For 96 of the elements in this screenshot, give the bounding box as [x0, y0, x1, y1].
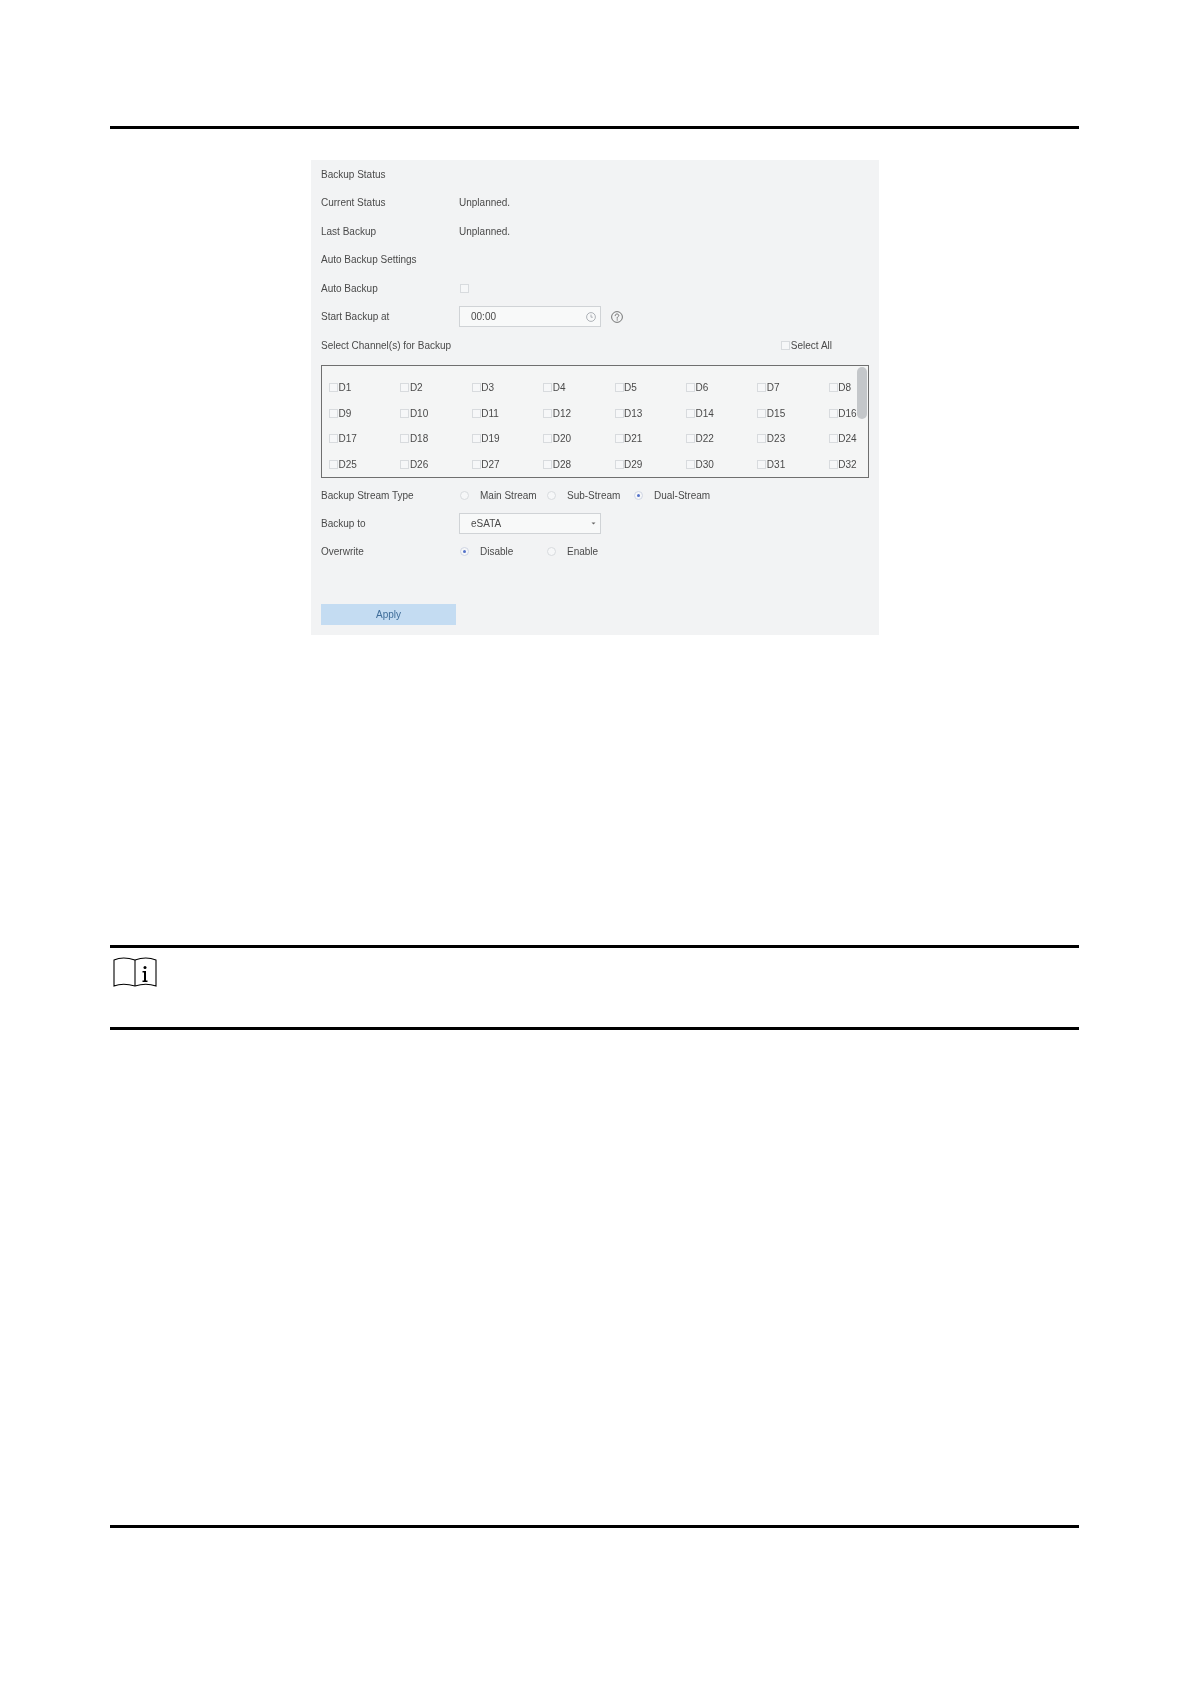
channel-checkbox[interactable] — [685, 382, 695, 392]
channel-checkbox[interactable] — [757, 382, 767, 392]
radio-button[interactable] — [634, 491, 643, 500]
channel-label: D26 — [409, 458, 429, 470]
channel-label: D17 — [338, 433, 357, 445]
select-all-checkbox[interactable] — [781, 340, 791, 350]
field-label: Auto Backup — [321, 282, 378, 294]
channel-checkbox[interactable] — [329, 382, 338, 392]
option-label: Disable — [480, 546, 514, 557]
channel-label: D21 — [624, 433, 643, 445]
channel-label: D18 — [409, 433, 429, 445]
field-label: Start Backup at — [321, 311, 390, 323]
field-label: Overwrite — [321, 546, 364, 557]
channel-checkbox[interactable] — [685, 408, 695, 418]
option-label: Main Stream — [480, 490, 537, 501]
storage-dropdown[interactable]: eSATA — [459, 513, 601, 534]
channel-label: D23 — [766, 433, 786, 445]
channel-label: D11 — [481, 407, 499, 419]
channel-label: D14 — [695, 407, 714, 419]
field-value: Unplanned. — [459, 225, 511, 237]
field-label: Last Backup — [321, 225, 377, 237]
field-label: Backup to — [321, 518, 366, 529]
channel-checkbox[interactable] — [757, 459, 767, 469]
channel-checkbox[interactable] — [614, 408, 624, 418]
channel-checkbox[interactable] — [828, 434, 838, 444]
channel-label: D22 — [695, 433, 714, 445]
option-label: Dual-Stream — [654, 490, 711, 501]
channel-checkbox[interactable] — [329, 459, 338, 469]
channel-checkbox[interactable] — [400, 408, 410, 418]
channel-label: D3 — [481, 381, 495, 393]
option-label: Enable — [567, 546, 599, 557]
channel-label: D7 — [766, 381, 780, 393]
channel-checkbox[interactable] — [400, 382, 410, 392]
channel-checkbox[interactable] — [471, 382, 481, 392]
channel-label: D20 — [552, 433, 572, 445]
channel-label: D8 — [838, 381, 852, 393]
field-label: Backup Stream Type — [321, 490, 414, 501]
channel-checkbox[interactable] — [614, 434, 624, 444]
channel-label: D9 — [338, 407, 352, 419]
channel-label: D27 — [481, 458, 500, 470]
time-field[interactable]: 00:00 — [459, 306, 601, 328]
channel-label: D25 — [338, 458, 357, 470]
channel-label: D29 — [624, 458, 643, 470]
channel-label: D32 — [838, 458, 857, 470]
channel-label: D12 — [552, 407, 572, 419]
channel-label: D30 — [695, 458, 714, 470]
channel-label: D5 — [624, 381, 637, 393]
channel-checkbox[interactable] — [471, 408, 481, 418]
channel-label: D16 — [838, 407, 857, 419]
channel-checkbox[interactable] — [614, 459, 624, 469]
channel-checkbox[interactable] — [329, 434, 338, 444]
note-book-icon — [113, 955, 157, 987]
channel-checkbox[interactable] — [757, 408, 767, 418]
channel-checkbox[interactable] — [828, 382, 838, 392]
section-heading: Auto Backup Settings — [321, 254, 417, 266]
field-label: Select Channel(s) for Backup — [321, 339, 452, 351]
channel-label: D10 — [409, 407, 429, 419]
option-label: Sub-Stream — [567, 490, 621, 501]
channel-checkbox[interactable] — [614, 382, 624, 392]
checkbox[interactable] — [460, 283, 469, 293]
field-label: Current Status — [321, 197, 386, 209]
channel-label: D24 — [838, 433, 857, 445]
radio-button[interactable] — [460, 547, 469, 556]
channel-label: D31 — [766, 458, 786, 470]
channel-label: D4 — [552, 381, 566, 393]
channel-checkbox[interactable] — [329, 408, 338, 418]
channel-label: D28 — [552, 458, 572, 470]
channel-checkbox[interactable] — [400, 459, 410, 469]
radio-button[interactable] — [547, 547, 556, 556]
radio-button[interactable] — [547, 491, 556, 500]
channel-label: D6 — [695, 381, 709, 393]
channel-checkbox[interactable] — [471, 434, 481, 444]
channel-checkbox[interactable] — [828, 459, 838, 469]
channel-checkbox[interactable] — [828, 408, 838, 418]
channel-label: D2 — [409, 381, 423, 393]
clock-icon[interactable] — [586, 311, 596, 322]
field-value: Unplanned. — [459, 197, 511, 209]
channel-checkbox[interactable] — [471, 459, 481, 469]
channel-label: D19 — [481, 433, 500, 445]
channel-checkbox[interactable] — [543, 434, 553, 444]
channel-checkbox[interactable] — [685, 434, 695, 444]
help-icon[interactable] — [611, 310, 623, 323]
caret-icon[interactable] — [591, 522, 596, 525]
channel-label: D1 — [338, 381, 352, 393]
channel-label: D13 — [624, 407, 643, 419]
scrollbar-thumb[interactable] — [857, 366, 867, 419]
channel-label: D15 — [766, 407, 786, 419]
select-all-label: Select All — [790, 339, 832, 351]
channel-checkbox[interactable] — [685, 459, 695, 469]
channel-checkbox[interactable] — [400, 434, 410, 444]
channel-checkbox[interactable] — [543, 382, 553, 392]
channel-checkbox[interactable] — [543, 408, 553, 418]
radio-button[interactable] — [460, 491, 469, 500]
channel-checkbox[interactable] — [543, 459, 553, 469]
channel-checkbox[interactable] — [757, 434, 767, 444]
section-heading: Backup Status — [321, 168, 386, 180]
